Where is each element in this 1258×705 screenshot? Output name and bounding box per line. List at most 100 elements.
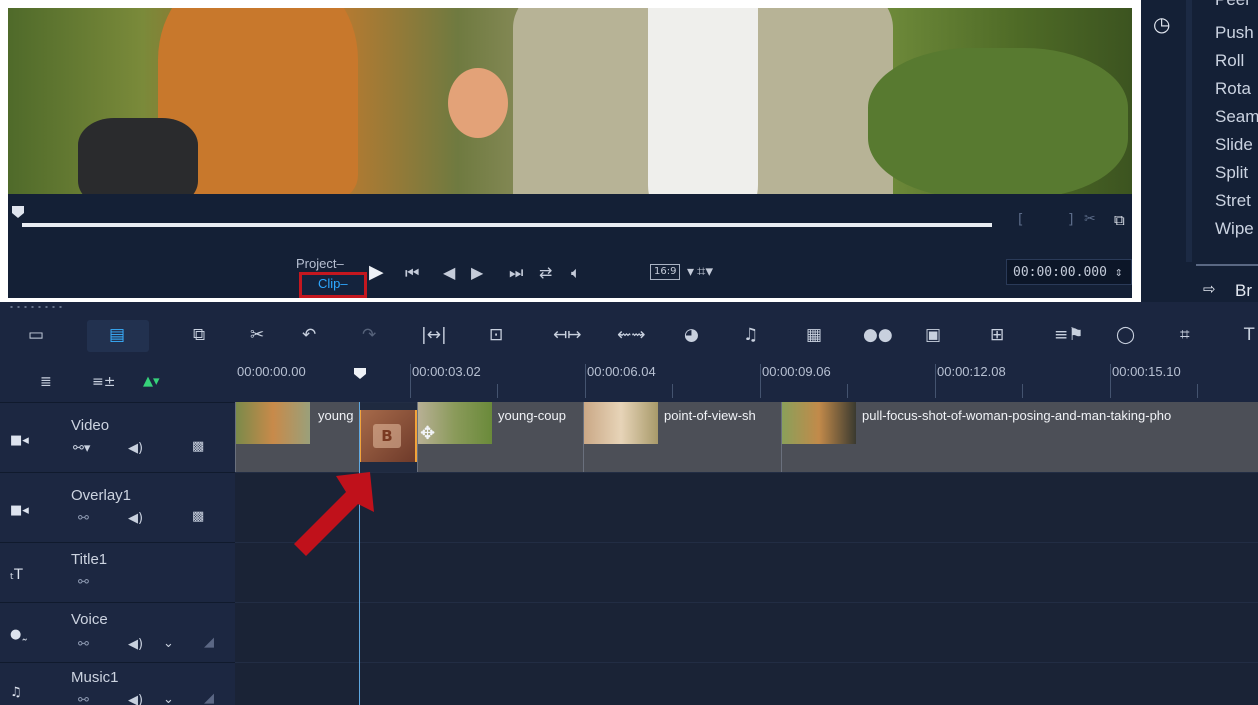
timeline-ruler[interactable]: [235, 362, 1258, 402]
playhead-handle[interactable]: [352, 367, 368, 381]
clip-thumbnail: [782, 402, 856, 444]
storyboard-view-icon[interactable]: ▭: [28, 327, 44, 344]
tools-icon[interactable]: ✂: [250, 327, 264, 344]
browse-icon[interactable]: ⇨: [1203, 280, 1216, 298]
transition-item[interactable]: Push: [1215, 23, 1254, 43]
mark-in-icon[interactable]: [: [1018, 212, 1023, 228]
ruler-tick: [497, 384, 498, 398]
previous-frame-icon[interactable]: ◀︎: [443, 265, 455, 281]
next-frame-icon[interactable]: ▶︎: [471, 265, 483, 281]
transparency-icon[interactable]: ▩: [192, 439, 204, 454]
track-header-title[interactable]: ₜT Title1 ⚯: [0, 542, 235, 602]
browse-button[interactable]: Br: [1235, 281, 1252, 301]
annotation-arrow-icon: [294, 472, 374, 556]
aspect-ratio-button[interactable]: 16:9: [650, 264, 681, 280]
ducking-icon[interactable]: ⌄: [163, 692, 174, 705]
transition-item[interactable]: Stret: [1215, 191, 1251, 211]
chapter-marker-icon[interactable]: ▲▾: [143, 374, 160, 389]
subtitle-icon[interactable]: ▣: [925, 327, 941, 344]
mute-icon[interactable]: ◀): [128, 693, 143, 705]
transition-item[interactable]: Slide: [1215, 135, 1253, 155]
ruler-tick: [672, 384, 673, 398]
scrub-bar[interactable]: [22, 223, 992, 227]
panel-scrollbar[interactable]: [1196, 264, 1258, 266]
play-icon[interactable]: ▶: [369, 263, 384, 282]
overlay-track-lane[interactable]: [235, 472, 1258, 542]
preview-hand: [448, 68, 508, 138]
transition-library-panel: ◷ Peel Push Roll Rota Seam Slide Split S…: [1141, 0, 1258, 302]
track-header-video[interactable]: ■◂ Video ⚯▾ ◀) ▩: [0, 402, 235, 472]
volume-envelope-icon[interactable]: ◢: [204, 635, 214, 650]
track-header-voice[interactable]: ●˷ Voice ⚯ ◀) ⌄ ◢: [0, 602, 235, 662]
clip-mode-label[interactable]: Clip–: [318, 276, 348, 291]
track-header-music[interactable]: ♫ Music1 ⚯ ◀) ⌄ ◢: [0, 662, 235, 705]
video-clip[interactable]: young-coup: [417, 402, 583, 472]
redo-icon[interactable]: ↷: [362, 327, 376, 344]
ducking-icon[interactable]: ⌄: [163, 636, 174, 651]
split-trim-icon[interactable]: ↤↦: [553, 327, 582, 344]
tracking-icon[interactable]: ⌗: [1180, 327, 1190, 344]
ripple-edit-icon[interactable]: ⇜⇝: [617, 327, 646, 344]
timecode-field[interactable]: 00:00:00.000 ⇕: [1006, 259, 1132, 285]
undo-icon[interactable]: ↶: [302, 327, 316, 344]
transition-item[interactable]: Split: [1215, 163, 1248, 183]
color-grading-icon[interactable]: ◕: [684, 327, 699, 344]
voice-track-lane[interactable]: [235, 602, 1258, 662]
audio-mix-icon[interactable]: ♫: [743, 327, 758, 344]
video-clip[interactable]: young: [235, 402, 359, 472]
split-screen-icon[interactable]: ⊞: [990, 327, 1004, 344]
speedometer-icon[interactable]: ◷: [1153, 12, 1170, 36]
display-mode-icon[interactable]: ⌗▾: [697, 264, 713, 279]
multi-camera-icon[interactable]: ▦: [806, 327, 822, 344]
add-track-icon[interactable]: ≡±: [92, 374, 115, 390]
toolbar-grip[interactable]: [8, 305, 64, 309]
mark-out-icon[interactable]: ]: [1068, 212, 1073, 228]
overlay-track-icon: ■◂: [10, 503, 29, 518]
enlarge-preview-icon[interactable]: ⧉: [1114, 211, 1125, 229]
link-icon[interactable]: ⚯: [78, 575, 89, 590]
track-name: Title1: [71, 551, 108, 568]
link-icon[interactable]: ⚯▾: [73, 441, 90, 456]
scissors-icon[interactable]: ✂: [1084, 211, 1096, 227]
transition-item[interactable]: Roll: [1215, 51, 1244, 71]
mask-icon[interactable]: ◯: [1116, 327, 1135, 344]
title-track-lane[interactable]: [235, 542, 1258, 602]
volume-icon[interactable]: 🔈︎: [571, 265, 581, 281]
project-mode-label[interactable]: Project–: [296, 256, 344, 271]
aspect-dropdown-icon[interactable]: ▾: [687, 265, 694, 279]
mute-icon[interactable]: ◀): [128, 637, 143, 652]
music-track-lane[interactable]: [235, 662, 1258, 705]
fit-project-icon[interactable]: |↔|: [421, 327, 447, 344]
transition-item[interactable]: Peel: [1215, 0, 1249, 10]
track-name: Overlay1: [71, 487, 132, 504]
ruler-tick: [847, 384, 848, 398]
go-to-start-icon[interactable]: ⏮: [405, 265, 419, 281]
transition-item[interactable]: Rota: [1215, 79, 1251, 99]
ruler-tick-label: 00:00:00.00: [237, 364, 306, 379]
copy-attributes-icon[interactable]: ⧉: [193, 327, 205, 344]
transition-item[interactable]: Seam: [1215, 107, 1258, 127]
link-icon[interactable]: ⚯: [78, 511, 89, 526]
ruler-tick: [1110, 364, 1111, 398]
link-icon[interactable]: ⚯: [78, 693, 89, 705]
volume-envelope-icon[interactable]: ◢: [204, 691, 214, 705]
go-to-end-icon[interactable]: ⏭: [509, 265, 523, 281]
track-manager-icon[interactable]: ≣: [40, 374, 52, 390]
link-icon[interactable]: ⚯: [78, 637, 89, 652]
mute-icon[interactable]: ◀): [128, 441, 143, 456]
crop-icon[interactable]: ⊡: [489, 327, 503, 344]
scrub-handle[interactable]: [11, 205, 25, 219]
transparency-icon[interactable]: ▩: [192, 509, 204, 524]
timeline-view-icon[interactable]: ▤: [109, 327, 125, 344]
transition-item[interactable]: Wipe: [1215, 219, 1254, 239]
clip-thumbnail: [584, 402, 658, 444]
video-clip[interactable]: pull-focus-shot-of-woman-posing-and-man-…: [781, 402, 1258, 472]
motion-icon[interactable]: ●●: [863, 327, 893, 344]
speed-icon[interactable]: ≡⚑: [1054, 327, 1083, 344]
mute-icon[interactable]: ◀): [128, 511, 143, 526]
video-clip[interactable]: point-of-view-sh: [583, 402, 781, 472]
title-tool-icon[interactable]: T: [1244, 327, 1254, 344]
track-header-overlay[interactable]: ■◂ Overlay1 ⚯ ◀) ▩: [0, 472, 235, 542]
repeat-icon[interactable]: ⇄: [539, 265, 552, 281]
title-track-icon: ₜT: [10, 567, 23, 583]
